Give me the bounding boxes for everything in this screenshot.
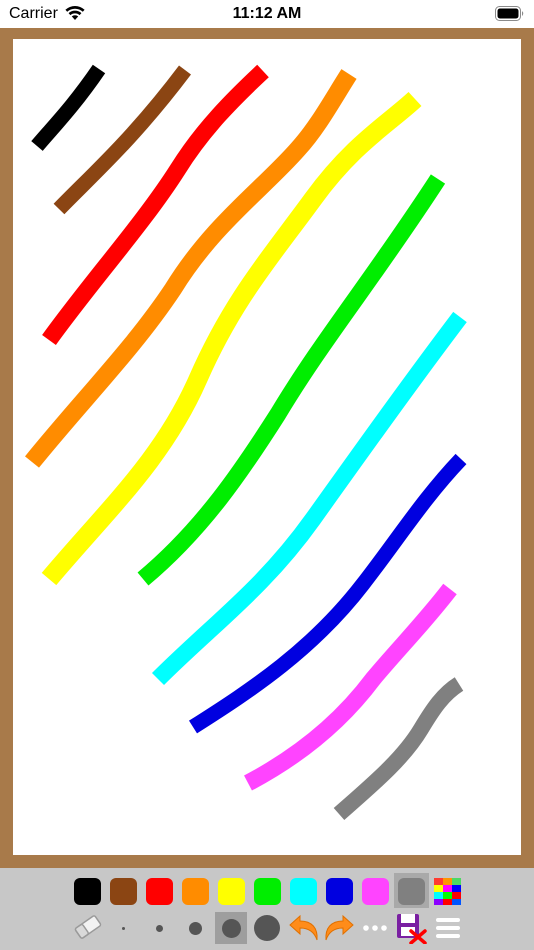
brush-dot-small [155, 924, 163, 932]
stroke-magenta [244, 583, 457, 791]
stroke-black [31, 64, 106, 151]
swatch-yellow[interactable] [218, 878, 245, 905]
drawing-canvas[interactable] [13, 39, 521, 855]
brush-dot-xlarge [254, 915, 280, 941]
swatch-black[interactable] [74, 878, 101, 905]
brush-size-xlarge[interactable] [251, 912, 283, 944]
undo-icon[interactable] [288, 914, 320, 942]
menu-icon[interactable] [433, 914, 463, 942]
redo-icon[interactable] [323, 914, 355, 942]
status-bar: Carrier 11:12 AM [0, 0, 534, 28]
swatch-orange[interactable] [182, 878, 209, 905]
brush-size-small[interactable] [144, 912, 174, 944]
status-time: 11:12 AM [232, 5, 302, 22]
swatch-red[interactable] [146, 878, 173, 905]
swatch-blue[interactable] [326, 878, 353, 905]
brush-size-large[interactable] [215, 912, 247, 944]
more-icon[interactable] [360, 914, 390, 942]
swatch-green[interactable] [254, 878, 281, 905]
battery-icon [495, 6, 524, 21]
swatch-gray[interactable] [398, 878, 425, 905]
brush-size-medium[interactable] [180, 912, 210, 944]
swatch-brown[interactable] [110, 878, 137, 905]
save-clear-icon[interactable] [395, 912, 427, 944]
swatch-magenta[interactable] [362, 878, 389, 905]
strokes-layer [25, 64, 467, 820]
swatch-cyan[interactable] [290, 878, 317, 905]
brush-dot-tiny [121, 926, 125, 930]
eraser-icon[interactable] [72, 912, 104, 942]
brush-dot-large [221, 918, 241, 938]
brush-dot-medium [188, 921, 202, 935]
color-grid-icon[interactable] [434, 878, 461, 905]
brush-size-tiny[interactable] [108, 912, 138, 944]
